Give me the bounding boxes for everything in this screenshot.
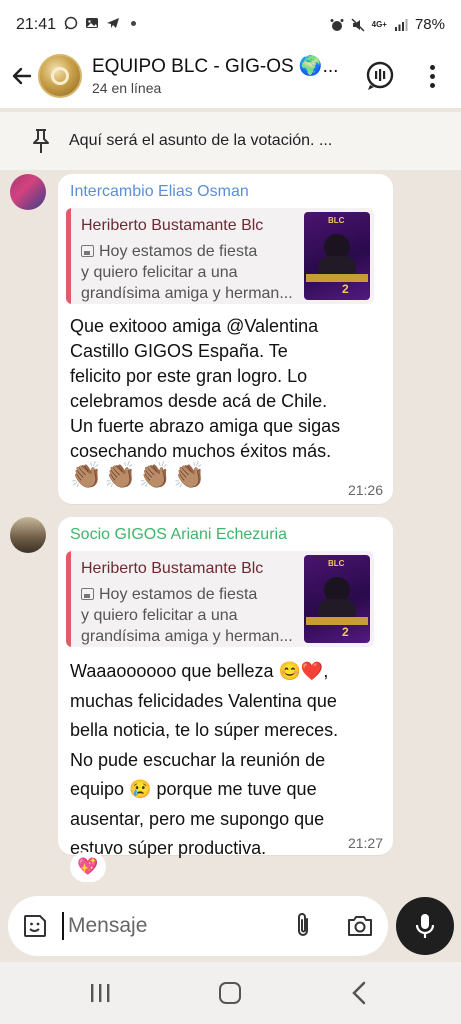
message-reaction[interactable]: 💖 (70, 852, 106, 882)
recents-icon[interactable] (89, 982, 111, 1004)
back-button[interactable] (8, 62, 36, 90)
arrow-left-icon (12, 67, 32, 85)
quote-author: Heriberto Bustamante Blc (81, 560, 264, 577)
message-text: Waaaoooooo que belleza 😊❤️, muchas felic… (70, 661, 339, 858)
sticker-icon[interactable] (22, 913, 48, 939)
sender-avatar[interactable] (10, 174, 46, 210)
quote-text: Hoy estamos de fiesta y quiero felicitar… (81, 243, 293, 302)
pin-icon (33, 129, 49, 153)
message-bubble[interactable]: Intercambio Elias Osman Heriberto Bustam… (58, 174, 393, 504)
status-bar: 21:41 4G+ 78% (0, 0, 461, 50)
clap-emojis: 👏🏽👏🏽👏🏽👏🏽 (70, 460, 208, 490)
image-icon (81, 245, 94, 257)
message-bubble[interactable]: Socio GIGOS Ariani Echezuria Heriberto B… (58, 517, 393, 858)
gallery-icon (86, 18, 98, 28)
status-right: 4G+ 78% (330, 16, 445, 33)
notification-icons (64, 16, 136, 30)
pinned-text: Aquí será el asunto de la votación. ... (69, 132, 333, 149)
nav-back-icon[interactable] (349, 980, 369, 1006)
voice-chat-icon[interactable] (364, 60, 396, 92)
microphone-icon (415, 914, 435, 938)
quoted-message[interactable]: Heriberto Bustamante Blc Hoy estamos de … (66, 551, 374, 647)
chat-header: EQUIPO BLC - GIG-OS 🌍... 24 en línea (0, 50, 461, 108)
message-sender[interactable]: Socio GIGOS Ariani Echezuria (70, 526, 287, 544)
mute-icon (351, 17, 365, 32)
group-logo-icon (51, 67, 69, 85)
image-icon (81, 588, 94, 600)
quoted-message[interactable]: Heriberto Bustamante Blc Hoy estamos de … (66, 208, 374, 304)
group-title[interactable]: EQUIPO BLC - GIG-OS 🌍... (92, 54, 338, 78)
signal-icon (394, 18, 408, 31)
status-time: 21:41 (16, 16, 57, 33)
message-composer (8, 896, 388, 956)
message-sender[interactable]: Intercambio Elias Osman (70, 183, 249, 201)
system-nav-bar (0, 962, 461, 1024)
message-text: Que exitooo amiga @Valentina Castillo GI… (70, 316, 341, 461)
battery-level: 78% (414, 16, 445, 33)
text-cursor (62, 912, 64, 940)
network-type: 4G+ (371, 19, 387, 29)
telegram-icon (107, 18, 119, 28)
message-time: 21:26 (347, 482, 383, 498)
attach-icon[interactable] (291, 911, 315, 941)
pinned-message-bar[interactable]: Aquí será el asunto de la votación. ... (0, 112, 461, 170)
online-count: 24 en línea (92, 80, 162, 96)
whatsapp-icon (64, 16, 78, 30)
quote-text: Hoy estamos de fiesta y quiero felicitar… (81, 586, 293, 645)
group-avatar[interactable] (38, 54, 82, 98)
quote-bar (66, 551, 71, 647)
quote-thumbnail: BLC 2 (304, 555, 370, 643)
more-notifications-dot (131, 20, 136, 26)
home-icon[interactable] (219, 982, 241, 1004)
message-time: 21:27 (347, 835, 383, 851)
overflow-menu-button[interactable] (420, 60, 444, 92)
voice-record-button[interactable] (396, 897, 454, 955)
quote-thumbnail: BLC 2 (304, 212, 370, 300)
quote-bar (66, 208, 71, 304)
message-input[interactable] (68, 909, 288, 943)
alarm-icon (330, 18, 344, 31)
quote-author: Heriberto Bustamante Blc (81, 217, 264, 234)
sender-avatar[interactable] (10, 517, 46, 553)
camera-icon[interactable] (346, 912, 374, 940)
